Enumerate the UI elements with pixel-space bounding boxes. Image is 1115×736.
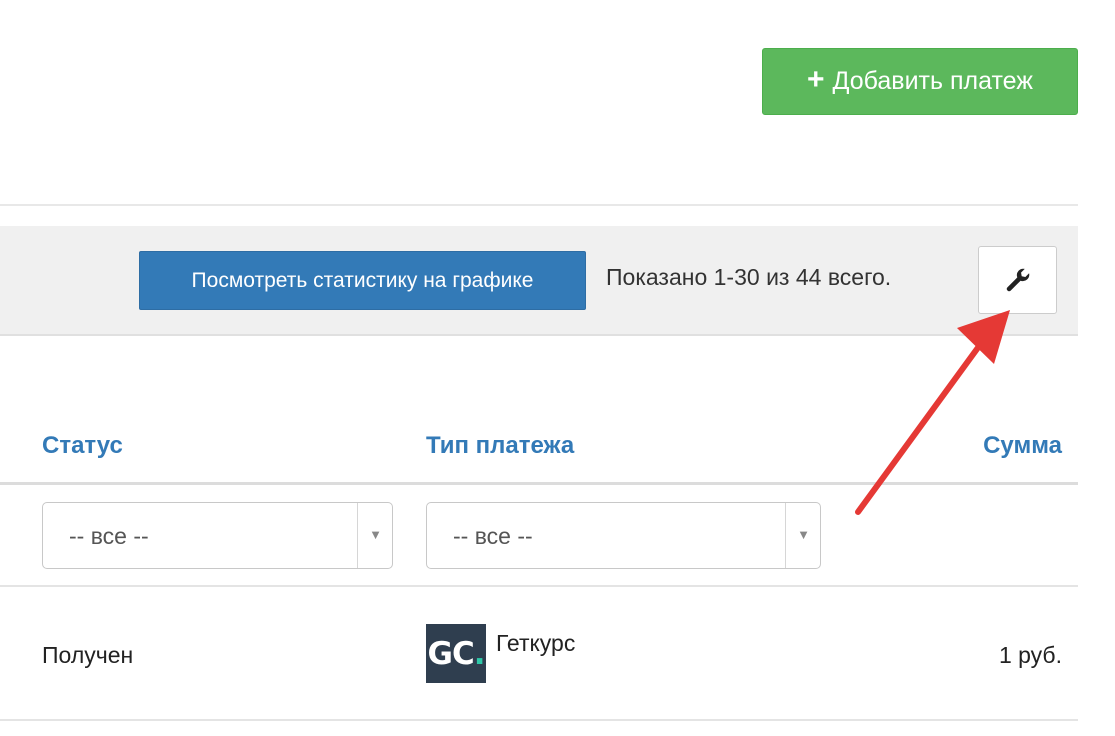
add-payment-label: Добавить платеж: [832, 67, 1033, 95]
chevron-down-icon: ▼: [797, 527, 810, 542]
view-stats-chart-button[interactable]: Посмотреть статистику на графике: [139, 251, 586, 310]
payment-type-filter-select[interactable]: -- все -- ▼: [426, 502, 821, 569]
view-stats-chart-label: Посмотреть статистику на графике: [191, 268, 534, 292]
payment-type-filter-value: -- все --: [453, 523, 533, 549]
column-header-payment-type[interactable]: Тип платежа: [426, 432, 574, 460]
row-payment-type: Геткурс: [496, 630, 576, 656]
pagination-summary: Показано 1-30 из 44 всего.: [606, 264, 892, 290]
select-separator: [785, 503, 786, 568]
grid-settings-button[interactable]: [978, 246, 1057, 314]
chevron-down-icon: ▼: [369, 527, 382, 542]
select-separator: [357, 503, 358, 568]
column-header-amount[interactable]: Сумма: [983, 432, 1062, 460]
row-amount: 1 руб.: [998, 642, 1062, 668]
header-underline: [0, 482, 1078, 485]
row-status: Получен: [42, 642, 134, 668]
section-divider: [0, 204, 1078, 206]
plus-icon: +: [807, 63, 825, 96]
status-filter-value: -- все --: [69, 523, 149, 549]
row-divider: [0, 719, 1078, 721]
wrench-icon: [1006, 268, 1029, 292]
grid-toolbar: Посмотреть статистику на графике Показан…: [0, 226, 1078, 336]
add-payment-button[interactable]: + Добавить платеж: [762, 48, 1078, 115]
row-divider: [0, 585, 1078, 587]
status-filter-select[interactable]: -- все -- ▼: [42, 502, 393, 569]
getcourse-logo: GC.: [426, 624, 486, 683]
column-header-status[interactable]: Статус: [42, 432, 123, 460]
